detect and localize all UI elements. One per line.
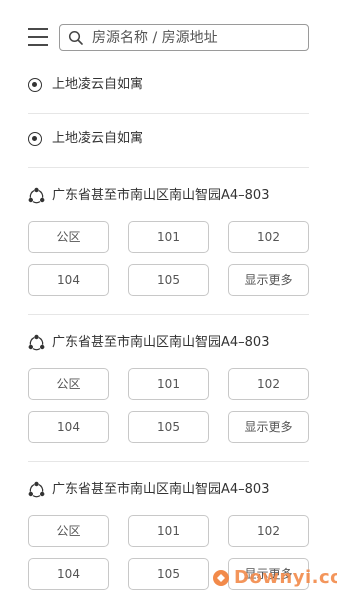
divider bbox=[28, 314, 309, 315]
room-button[interactable]: 公区 bbox=[28, 221, 109, 253]
watermark: Downyi.com bbox=[212, 566, 337, 590]
room-button[interactable]: 101 bbox=[128, 515, 209, 547]
share-icon bbox=[28, 481, 45, 498]
show-more-button[interactable]: 显示更多 bbox=[228, 411, 309, 443]
radio-selected-icon[interactable] bbox=[28, 132, 42, 146]
room-button[interactable]: 101 bbox=[128, 368, 209, 400]
section-title: 广东省甚至市南山区南山智园A4–803 bbox=[52, 188, 270, 203]
room-button[interactable]: 102 bbox=[228, 221, 309, 253]
room-button[interactable]: 104 bbox=[28, 411, 109, 443]
share-icon bbox=[28, 187, 45, 204]
room-button[interactable]: 105 bbox=[128, 411, 209, 443]
room-button[interactable]: 102 bbox=[228, 515, 309, 547]
search-input[interactable]: 房源名称 / 房源地址 bbox=[59, 24, 309, 51]
building-section: 广东省甚至市南山区南山智园A4–803 公区 101 102 104 105 显… bbox=[0, 181, 337, 326]
divider bbox=[28, 461, 309, 462]
search-icon bbox=[68, 30, 83, 45]
room-button[interactable]: 105 bbox=[128, 558, 209, 590]
section-header[interactable]: 广东省甚至市南山区南山智园A4–803 bbox=[0, 475, 337, 505]
divider bbox=[28, 167, 309, 168]
radio-selected-icon[interactable] bbox=[28, 78, 42, 92]
menu-icon[interactable] bbox=[28, 28, 48, 46]
section-title: 广东省甚至市南山区南山智园A4–803 bbox=[52, 482, 270, 497]
room-button[interactable]: 105 bbox=[128, 264, 209, 296]
room-button[interactable]: 公区 bbox=[28, 515, 109, 547]
room-button[interactable]: 104 bbox=[28, 264, 109, 296]
room-button[interactable]: 101 bbox=[128, 221, 209, 253]
watermark-logo-icon bbox=[213, 570, 229, 586]
room-button[interactable]: 102 bbox=[228, 368, 309, 400]
radio-item[interactable]: 上地凌云自如寓 bbox=[0, 58, 337, 113]
header: 房源名称 / 房源地址 bbox=[0, 0, 337, 60]
section-title: 广东省甚至市南山区南山智园A4–803 bbox=[52, 335, 270, 350]
section-header[interactable]: 广东省甚至市南山区南山智园A4–803 bbox=[0, 328, 337, 358]
room-button[interactable]: 104 bbox=[28, 558, 109, 590]
watermark-text: Downyi.com bbox=[234, 567, 337, 588]
share-icon bbox=[28, 334, 45, 351]
radio-item-label: 上地凌云自如寓 bbox=[52, 77, 144, 92]
building-section: 广东省甚至市南山区南山智园A4–803 公区 101 102 104 105 显… bbox=[0, 328, 337, 473]
house-list-page: 房源名称 / 房源地址 上地凌云自如寓 上地凌云自如寓 广东省甚至市南山区南山智… bbox=[0, 0, 337, 600]
room-button[interactable]: 公区 bbox=[28, 368, 109, 400]
search-placeholder: 房源名称 / 房源地址 bbox=[92, 30, 218, 46]
show-more-button[interactable]: 显示更多 bbox=[228, 264, 309, 296]
radio-item[interactable]: 上地凌云自如寓 bbox=[0, 112, 337, 167]
section-header[interactable]: 广东省甚至市南山区南山智园A4–803 bbox=[0, 181, 337, 211]
radio-item-label: 上地凌云自如寓 bbox=[52, 131, 144, 146]
